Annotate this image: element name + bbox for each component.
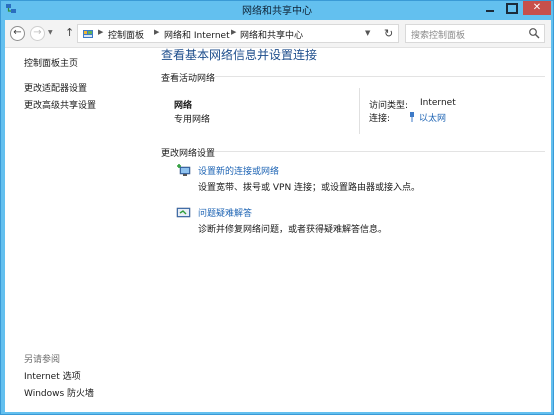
watermark: CSDN @zhgjx-ww-03 (415, 368, 541, 382)
access-type-label: 访问类型: (369, 101, 409, 111)
ethernet-icon (410, 112, 414, 122)
sidebar-item-change-advanced-sharing[interactable]: 更改高级共享设置 (24, 98, 96, 111)
troubleshoot-link[interactable]: 问题疑难解答 (198, 206, 252, 219)
ethernet-label[interactable]: 以太网 (419, 114, 446, 124)
window-client: ← → ▼ ↑ ▶ 控制面板 ▶ 网络和 Internet ▶ 网络和共享中心 … (5, 20, 551, 412)
breadcrumb-control-panel[interactable]: 控制面板 (108, 28, 144, 41)
minimize-button[interactable] (479, 1, 501, 15)
breadcrumb-separator[interactable]: ▶ (98, 28, 103, 36)
maximize-button[interactable] (501, 1, 523, 15)
up-arrow-icon[interactable]: ↑ (65, 26, 74, 39)
connections-label: 连接: (369, 114, 391, 124)
breadcrumb-network-center[interactable]: 网络和共享中心 (240, 28, 303, 41)
access-type-value: Internet (420, 98, 456, 108)
sidebar-item-windows-firewall[interactable]: Windows 防火墙 (24, 386, 94, 399)
back-button[interactable]: ← (10, 26, 25, 41)
sidebar-item-internet-options[interactable]: Internet 选项 (24, 369, 81, 382)
breadcrumb-separator[interactable]: ▶ (154, 28, 159, 36)
setup-new-connection-desc: 设置宽带、拨号或 VPN 连接；或设置路由器或接入点。 (198, 183, 421, 193)
control-panel-icon (83, 30, 93, 38)
refresh-icon[interactable]: ↻ (384, 27, 393, 40)
address-dropdown-icon[interactable]: ▼ (365, 29, 370, 37)
active-networks-heading: 查看活动网络 (161, 74, 216, 84)
search-input[interactable]: 搜索控制面板 (405, 24, 545, 43)
sidebar-item-control-panel-home[interactable]: 控制面板主页 (24, 56, 78, 69)
section-divider (215, 76, 545, 77)
forward-button[interactable]: → (30, 26, 45, 41)
page-title: 查看基本网络信息并设置连接 (161, 48, 318, 62)
recent-locations-dropdown[interactable]: ▼ (48, 29, 53, 36)
section-divider (215, 151, 545, 152)
app-window: 网络和共享中心 ✕ ← → ▼ ↑ ▶ 控制面板 ▶ 网络和 Internet (0, 0, 554, 415)
ethernet-connection-link[interactable]: 以太网 (409, 111, 446, 124)
breadcrumb-separator[interactable]: ▶ (231, 28, 236, 36)
window-title: 网络和共享中心 (242, 6, 312, 17)
close-button[interactable]: ✕ (523, 1, 551, 15)
search-placeholder: 搜索控制面板 (411, 31, 466, 41)
close-icon: ✕ (532, 2, 542, 13)
network-setup-icon (177, 164, 191, 176)
troubleshoot-icon (176, 207, 191, 218)
network-name: 网络 (174, 101, 193, 111)
address-bar: ← → ▼ ↑ ▶ 控制面板 ▶ 网络和 Internet ▶ 网络和共享中心 … (5, 20, 551, 48)
breadcrumb-network-internet[interactable]: 网络和 Internet (164, 28, 230, 41)
title-bar[interactable]: 网络和共享中心 ✕ (1, 1, 553, 17)
search-icon[interactable] (528, 27, 540, 39)
sidebar-item-change-adapter-settings[interactable]: 更改适配器设置 (24, 81, 87, 94)
forward-arrow-icon: → (33, 27, 42, 38)
see-also-heading: 另请参阅 (24, 355, 61, 365)
network-type[interactable]: 专用网络 (174, 112, 210, 125)
setup-new-connection-link[interactable]: 设置新的连接或网络 (198, 164, 279, 177)
change-settings-heading: 更改网络设置 (161, 149, 216, 159)
vertical-divider (359, 88, 360, 134)
troubleshoot-desc: 诊断并修复网络问题，或者获得疑难解答信息。 (198, 225, 388, 235)
breadcrumb[interactable]: ▶ 控制面板 ▶ 网络和 Internet ▶ 网络和共享中心 ▼ ↻ (77, 24, 399, 43)
back-arrow-icon: ← (13, 27, 22, 38)
